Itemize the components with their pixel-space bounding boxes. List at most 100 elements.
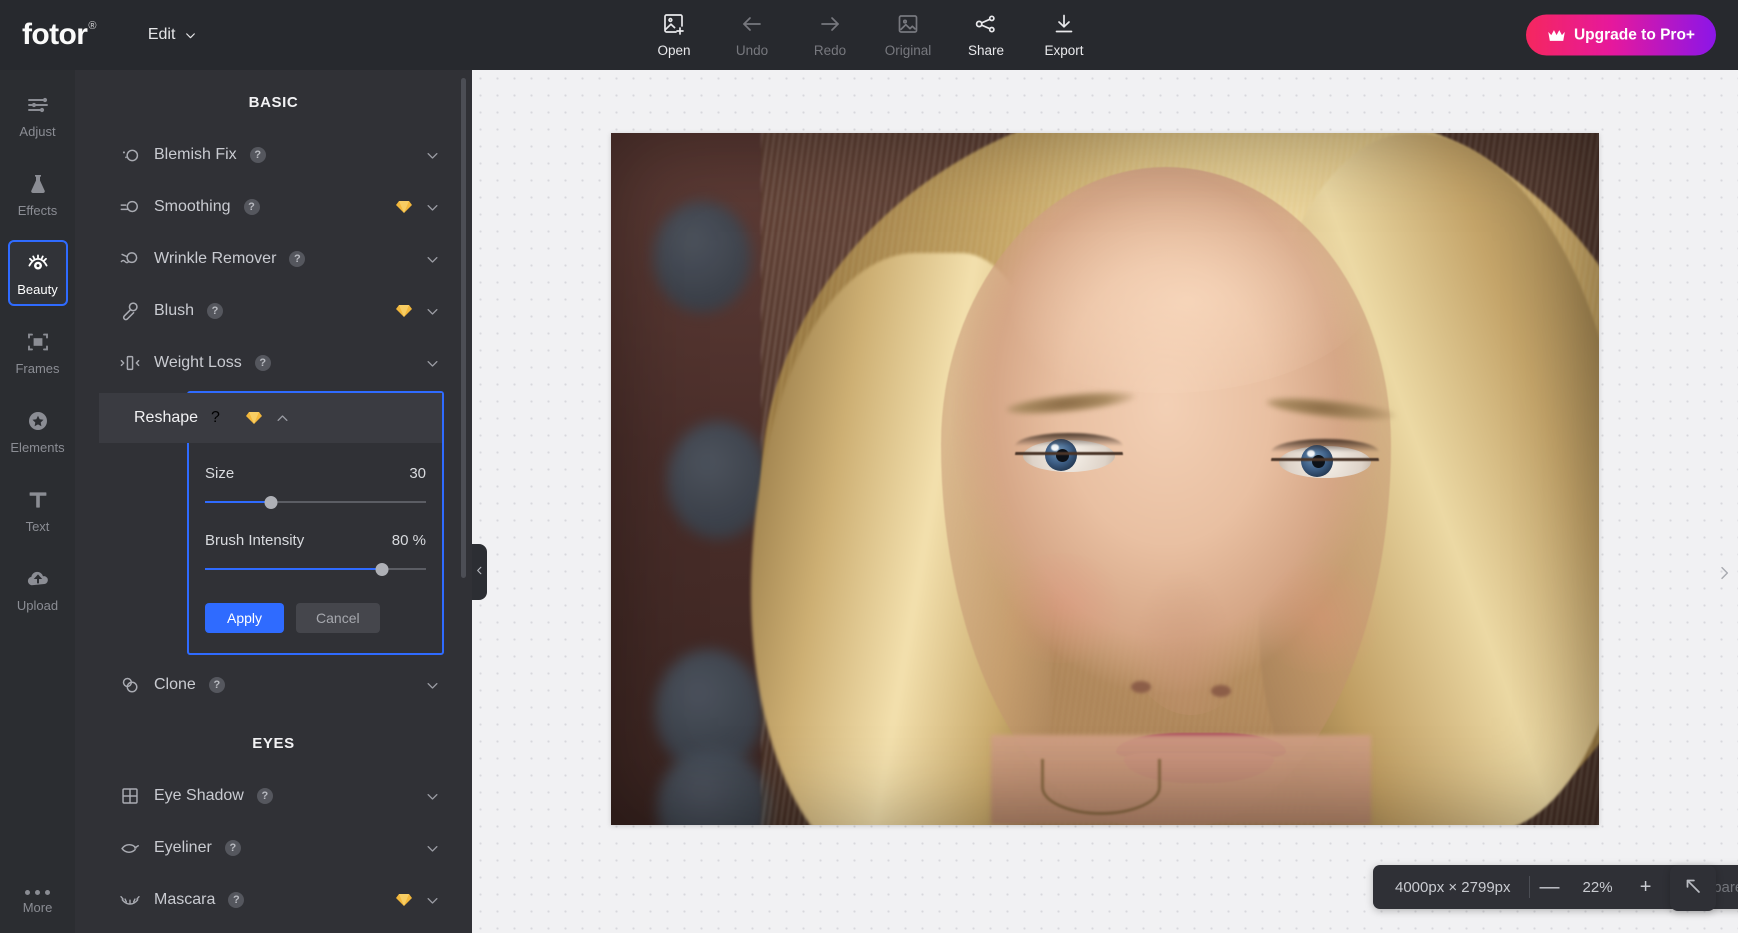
help-icon[interactable]: ? bbox=[254, 355, 271, 371]
arrow-up-left-icon bbox=[1682, 875, 1704, 902]
chevron-down-icon[interactable] bbox=[425, 148, 440, 163]
sidebar-item-beauty[interactable]: Beauty bbox=[7, 240, 68, 306]
chevron-down-icon[interactable] bbox=[425, 304, 440, 319]
tool-row-mascara[interactable]: Mascara ? bbox=[75, 874, 472, 926]
tool-row-smoothing[interactable]: Smoothing ? bbox=[75, 181, 472, 233]
tool-row-blush[interactable]: Blush ? bbox=[75, 285, 472, 337]
sidebar-item-label: Adjust bbox=[19, 124, 56, 139]
tool-row-label: Wrinkle Remover bbox=[154, 250, 277, 267]
chevron-up-icon[interactable] bbox=[275, 411, 290, 426]
collapse-panel-handle[interactable] bbox=[472, 544, 487, 600]
chevron-down-icon[interactable] bbox=[425, 356, 440, 371]
help-icon[interactable]: ? bbox=[207, 303, 224, 319]
forehead-highlight bbox=[951, 163, 1381, 393]
text-t-icon bbox=[26, 488, 50, 515]
beauty-options-panel: BASIC Blemish Fix ? Smoothing ? Wrinkle … bbox=[75, 70, 472, 933]
chevron-down-icon[interactable] bbox=[425, 893, 440, 908]
help-icon[interactable]: ? bbox=[256, 788, 273, 804]
crown-icon bbox=[1547, 28, 1566, 42]
sidebar-item-label: Frames bbox=[15, 361, 60, 376]
chevron-down-icon[interactable] bbox=[425, 841, 440, 856]
edit-menu-dropdown[interactable]: Edit bbox=[148, 26, 198, 44]
sidebar-item-upload[interactable]: Upload bbox=[8, 556, 68, 622]
sidebar-item-adjust[interactable]: Adjust bbox=[8, 82, 68, 148]
zoom-in-button[interactable]: + bbox=[1626, 867, 1666, 907]
tool-row-label: Eye Shadow bbox=[154, 787, 244, 804]
redo-button[interactable]: Redo bbox=[792, 4, 868, 66]
slider-fill bbox=[205, 501, 272, 503]
expand-right-panel-handle[interactable] bbox=[1716, 562, 1732, 584]
chevron-down-icon[interactable] bbox=[425, 252, 440, 267]
eye-shadow-icon bbox=[119, 785, 141, 807]
tool-row-eyeliner[interactable]: Eyeliner ? bbox=[75, 822, 472, 874]
tool-row-weight-loss[interactable]: Weight Loss ? bbox=[75, 337, 472, 389]
upgrade-to-pro-button[interactable]: Upgrade to Pro+ bbox=[1525, 14, 1716, 56]
reshape-header[interactable]: Reshape ? bbox=[99, 393, 442, 443]
redo-label: Redo bbox=[813, 43, 847, 58]
fit-to-screen-button[interactable] bbox=[1670, 865, 1716, 911]
tool-row-label: Weight Loss bbox=[154, 354, 242, 371]
chevron-down-icon[interactable] bbox=[425, 200, 440, 215]
editor-body: Adjust Effects Beauty Frames Elements Te… bbox=[0, 70, 1738, 933]
sidebar-item-text[interactable]: Text bbox=[8, 477, 68, 543]
editing-photo[interactable] bbox=[611, 133, 1599, 825]
pro-gem-icon bbox=[245, 411, 262, 425]
cancel-button[interactable]: Cancel bbox=[296, 603, 380, 633]
fotor-logo[interactable]: fotor ® bbox=[22, 20, 96, 50]
tool-row-label: Clone bbox=[154, 676, 196, 693]
upload-cloud-icon bbox=[26, 567, 50, 594]
size-slider-value: 30 bbox=[409, 465, 426, 482]
sidebar-item-elements[interactable]: Elements bbox=[8, 398, 68, 464]
help-icon[interactable]: ? bbox=[249, 147, 266, 163]
original-label: Original bbox=[884, 43, 932, 58]
eyelashes bbox=[1015, 433, 1123, 446]
brush-intensity-slider[interactable] bbox=[205, 561, 426, 577]
tool-row-label: Blemish Fix bbox=[154, 146, 237, 163]
tool-row-label: Smoothing bbox=[154, 198, 231, 215]
mascara-icon bbox=[119, 889, 141, 911]
tool-row-eye-shadow[interactable]: Eye Shadow ? bbox=[75, 770, 472, 822]
original-button[interactable]: Original bbox=[870, 4, 946, 66]
blush-icon bbox=[119, 300, 141, 322]
panel-scrollbar-thumb[interactable] bbox=[461, 78, 466, 578]
slider-thumb[interactable] bbox=[375, 563, 389, 576]
help-icon[interactable]: ? bbox=[289, 251, 306, 267]
reshape-actions: Apply Cancel bbox=[189, 577, 442, 633]
sidebar-item-more[interactable]: More bbox=[8, 890, 68, 915]
top-toolbar: fotor ® Edit Open Undo Redo Original Sha… bbox=[0, 0, 1738, 70]
tool-row-wrinkle-remover[interactable]: Wrinkle Remover ? bbox=[75, 233, 472, 285]
help-icon[interactable]: ? bbox=[211, 409, 220, 427]
zoom-out-button[interactable]: — bbox=[1530, 867, 1570, 907]
zoom-level-value[interactable]: 22% bbox=[1570, 879, 1626, 896]
apply-button[interactable]: Apply bbox=[205, 603, 285, 633]
tool-row-clone[interactable]: Clone ? bbox=[75, 659, 472, 711]
upgrade-label: Upgrade to Pro+ bbox=[1573, 26, 1695, 43]
necklace bbox=[1041, 759, 1161, 815]
help-icon[interactable]: ? bbox=[224, 840, 241, 856]
chevron-down-icon[interactable] bbox=[425, 678, 440, 693]
slider-thumb[interactable] bbox=[264, 496, 278, 509]
smoothing-icon bbox=[119, 196, 141, 218]
undo-button[interactable]: Undo bbox=[714, 4, 790, 66]
help-icon[interactable]: ? bbox=[208, 677, 225, 693]
size-slider[interactable] bbox=[205, 494, 426, 510]
chevron-down-icon[interactable] bbox=[425, 789, 440, 804]
reshape-tool-card: Reshape ? Size 30 Brush Intensity 80 % A… bbox=[99, 391, 444, 655]
eyeliner-icon bbox=[119, 837, 141, 859]
canvas-area[interactable]: 4000px × 2799px — 22% + Compare bbox=[472, 70, 1738, 933]
share-button[interactable]: Share bbox=[948, 4, 1024, 66]
size-slider-group: Size 30 bbox=[189, 465, 442, 510]
sidebar-item-frames[interactable]: Frames bbox=[8, 319, 68, 385]
redo-arrow-icon bbox=[818, 12, 842, 39]
tool-row-blemish-fix[interactable]: Blemish Fix ? bbox=[75, 129, 472, 181]
open-button[interactable]: Open bbox=[636, 4, 712, 66]
open-image-icon bbox=[662, 12, 686, 39]
sidebar-item-effects[interactable]: Effects bbox=[8, 161, 68, 227]
help-icon[interactable]: ? bbox=[243, 199, 260, 215]
panel-scroll-area[interactable]: BASIC Blemish Fix ? Smoothing ? Wrinkle … bbox=[75, 70, 472, 933]
brush-intensity-label: Brush Intensity bbox=[205, 532, 305, 549]
help-icon[interactable]: ? bbox=[228, 892, 245, 908]
export-label: Export bbox=[1044, 43, 1084, 58]
export-button[interactable]: Export bbox=[1026, 4, 1102, 66]
sidebar-item-label: Upload bbox=[16, 598, 59, 613]
